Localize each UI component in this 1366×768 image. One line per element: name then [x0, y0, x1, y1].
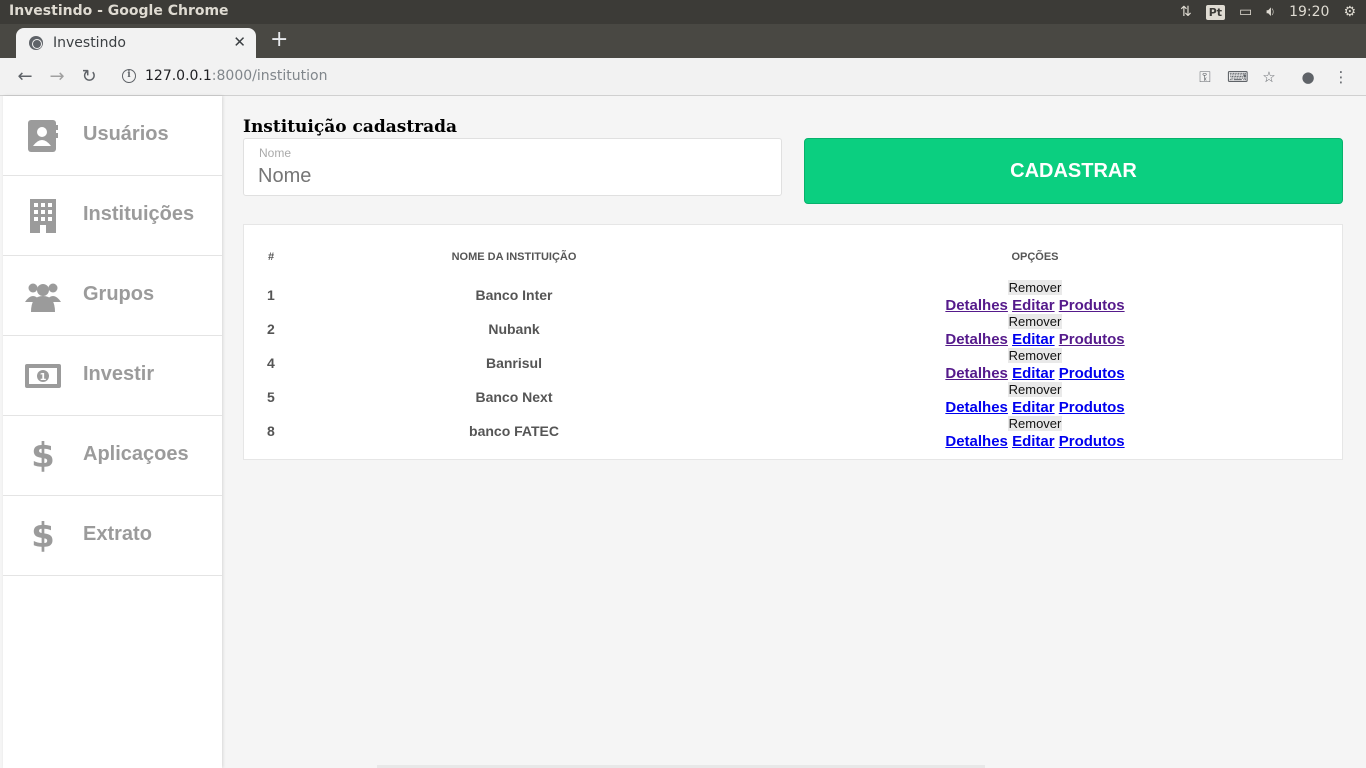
row-options: Remover Detalhes Editar Produtos — [935, 279, 1135, 315]
url-host: 127.0.0.1 — [145, 68, 212, 84]
sidebar-item-label: Instituições — [83, 203, 195, 225]
sidebar-item-label: Aplicaçoes — [83, 443, 189, 465]
products-link[interactable]: Produtos — [1059, 399, 1125, 416]
edit-link[interactable]: Editar — [1012, 297, 1055, 314]
name-field-label: Nome — [259, 146, 292, 160]
forward-arrow-icon[interactable]: → — [45, 65, 69, 89]
dollar-icon: $ — [31, 516, 55, 556]
users-group-icon — [25, 278, 61, 314]
table-row: 2 Nubank Remover Detalhes Editar Produto… — [244, 314, 1344, 355]
sidebar: Usuários Instituições Grupos 1 Investir … — [3, 96, 222, 768]
remove-button[interactable]: Remover — [1007, 382, 1063, 397]
row-options: Remover Detalhes Editar Produtos — [935, 381, 1135, 417]
table-row: 1 Banco Inter Remover Detalhes Editar Pr… — [244, 280, 1344, 321]
browser-toolbar: ← → ↻ i 127.0.0.1:8000/institution ⚿ ⌨ ☆… — [0, 58, 1366, 96]
battery-icon[interactable]: ▭ — [1239, 4, 1252, 20]
table-row: 4 Banrisul Remover Detalhes Editar Produ… — [244, 348, 1344, 389]
details-link[interactable]: Detalhes — [945, 331, 1008, 348]
remove-button[interactable]: Remover — [1007, 280, 1063, 295]
table-header-name: NOME DA INSTITUIÇÃO — [451, 251, 577, 263]
os-top-panel: Investindo - Google Chrome ⇅ Pt ▭ 🔉︎ 19:… — [0, 0, 1366, 24]
contacts-book-icon — [25, 118, 61, 154]
sidebar-item-grupos[interactable]: Grupos — [3, 256, 222, 336]
url-path: :8000/institution — [211, 68, 328, 84]
system-settings-icon[interactable]: ⚙ — [1343, 4, 1356, 20]
new-tab-button[interactable]: + — [270, 29, 288, 51]
sidebar-item-usuarios[interactable]: Usuários — [3, 96, 222, 176]
institution-id: 8 — [267, 423, 275, 439]
sidebar-item-label: Grupos — [83, 283, 155, 305]
volume-icon[interactable]: 🔉︎ — [1266, 4, 1275, 20]
back-arrow-icon[interactable]: ← — [13, 65, 37, 89]
institution-name: Banrisul — [485, 355, 542, 371]
key-icon[interactable]: ⚿ — [1195, 67, 1215, 87]
menu-kebab-icon[interactable]: ⋮ — [1331, 67, 1351, 87]
details-link[interactable]: Detalhes — [945, 365, 1008, 382]
institution-name: Nubank — [488, 321, 540, 337]
sidebar-item-investir[interactable]: 1 Investir — [3, 336, 222, 416]
row-options: Remover Detalhes Editar Produtos — [935, 415, 1135, 451]
table-header-options: OPÇÕES — [1011, 251, 1059, 263]
name-field[interactable]: Nome — [243, 138, 782, 196]
products-link[interactable]: Produtos — [1059, 365, 1125, 382]
institution-id: 2 — [267, 321, 275, 337]
sidebar-item-label: Investir — [83, 363, 155, 385]
address-bar[interactable]: i 127.0.0.1:8000/institution — [112, 63, 1182, 91]
browser-tab-strip: Investindo ✕ + — [0, 24, 1366, 58]
close-tab-icon[interactable]: ✕ — [233, 33, 246, 51]
main-content: Instituição cadastrada Nome CADASTRAR # … — [222, 96, 1366, 768]
name-input[interactable] — [258, 165, 758, 188]
remove-button[interactable]: Remover — [1007, 314, 1063, 329]
institution-name: banco FATEC — [469, 423, 559, 439]
sidebar-item-instituicoes[interactable]: Instituições — [3, 176, 222, 256]
bookmark-star-icon[interactable]: ☆ — [1259, 67, 1279, 87]
sidebar-item-label: Usuários — [83, 123, 169, 145]
profile-avatar-icon[interactable]: ● — [1298, 67, 1318, 87]
translate-icon[interactable]: ⌨ — [1227, 67, 1249, 87]
institution-id: 4 — [267, 355, 275, 371]
institution-name: Banco Inter — [475, 287, 553, 303]
dollar-icon: $ — [31, 436, 55, 476]
details-link[interactable]: Detalhes — [945, 297, 1008, 314]
reload-icon[interactable]: ↻ — [77, 65, 101, 89]
sidebar-item-extrato[interactable]: $ Extrato — [3, 496, 222, 576]
institutions-table: # NOME DA INSTITUIÇÃO OPÇÕES 1 Banco Int… — [243, 224, 1343, 460]
products-link[interactable]: Produtos — [1059, 297, 1125, 314]
remove-button[interactable]: Remover — [1007, 416, 1063, 431]
remove-button[interactable]: Remover — [1007, 348, 1063, 363]
edit-link[interactable]: Editar — [1012, 365, 1055, 382]
browser-tab[interactable]: Investindo ✕ — [16, 28, 256, 58]
institution-id: 5 — [267, 389, 275, 405]
keyboard-layout-indicator[interactable]: Pt — [1205, 4, 1226, 20]
table-row: 8 banco FATEC Remover Detalhes Editar Pr… — [244, 416, 1344, 457]
network-transfer-icon[interactable]: ⇅ — [1180, 4, 1192, 20]
edit-link[interactable]: Editar — [1012, 331, 1055, 348]
clock[interactable]: 19:20 — [1289, 4, 1329, 20]
details-link[interactable]: Detalhes — [945, 433, 1008, 450]
table-row: 5 Banco Next Remover Detalhes Editar Pro… — [244, 382, 1344, 423]
page-title: Instituição cadastrada — [243, 117, 458, 137]
details-link[interactable]: Detalhes — [945, 399, 1008, 416]
building-icon — [25, 198, 61, 234]
tab-title: Investindo — [53, 35, 126, 51]
institution-name: Banco Next — [475, 389, 553, 405]
edit-link[interactable]: Editar — [1012, 433, 1055, 450]
site-info-icon[interactable]: i — [122, 69, 136, 83]
svg-text:1: 1 — [40, 372, 47, 383]
products-link[interactable]: Produtos — [1059, 433, 1125, 450]
system-tray: ⇅ Pt ▭ 🔉︎ 19:20 ⚙ — [1180, 0, 1356, 24]
window-title: Investindo - Google Chrome — [9, 3, 229, 19]
url-text[interactable]: 127.0.0.1:8000/institution — [145, 68, 327, 84]
products-link[interactable]: Produtos — [1059, 331, 1125, 348]
money-bill-icon: 1 — [25, 358, 61, 394]
sidebar-item-aplicacoes[interactable]: $ Aplicaçoes — [3, 416, 222, 496]
row-options: Remover Detalhes Editar Produtos — [935, 347, 1135, 383]
table-header-id: # — [268, 251, 275, 263]
edit-link[interactable]: Editar — [1012, 399, 1055, 416]
institution-id: 1 — [267, 287, 275, 303]
row-options: Remover Detalhes Editar Produtos — [935, 313, 1135, 349]
sidebar-item-label: Extrato — [83, 523, 152, 545]
cadastrar-button[interactable]: CADASTRAR — [804, 138, 1343, 204]
globe-icon — [29, 36, 43, 50]
